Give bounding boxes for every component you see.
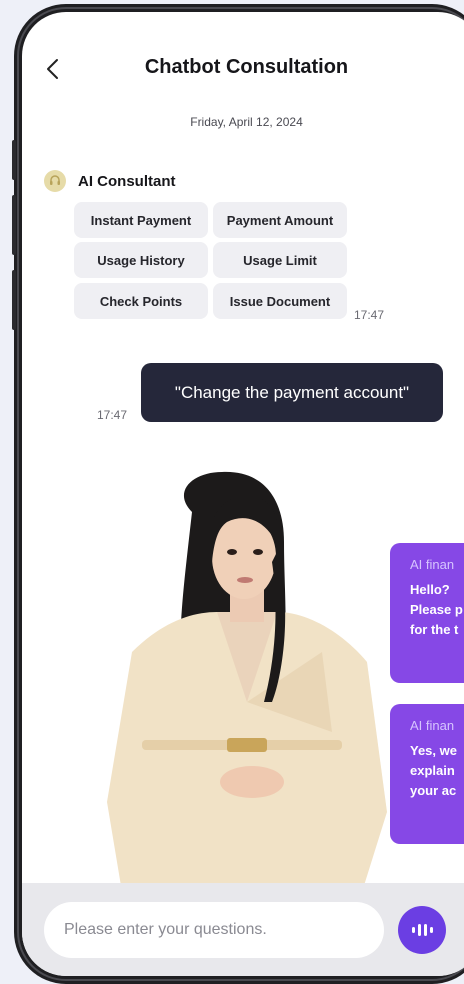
ai-card-line: for the t — [410, 622, 459, 637]
agent-avatar — [44, 170, 66, 192]
message-timestamp: 17:47 — [97, 408, 128, 422]
user-message-bubble: "Change the payment account" — [141, 363, 443, 422]
ai-card-line: explain — [410, 763, 455, 778]
quick-reply-usage-limit[interactable]: Usage Limit — [213, 242, 347, 278]
ai-card-line: Hello? — [410, 582, 450, 597]
ai-card-label: AI finan — [410, 557, 455, 572]
agent-header: AI Consultant — [44, 170, 176, 192]
quick-reply-issue-document[interactable]: Issue Document — [213, 283, 347, 319]
volume-up-button — [12, 140, 16, 180]
chevron-left-icon — [47, 59, 58, 79]
message-timestamp: 17:47 — [354, 308, 385, 322]
page-title: Chatbot Consultation — [144, 56, 349, 78]
app-screen: Chatbot Consultation Friday, April 12, 2… — [22, 12, 464, 976]
chat-date: Friday, April 12, 2024 — [190, 115, 303, 129]
headset-icon — [50, 175, 60, 185]
quick-reply-instant-payment[interactable]: Instant Payment — [74, 202, 208, 238]
voice-input-button[interactable] — [398, 906, 446, 954]
ai-card-line: Yes, we — [410, 743, 457, 758]
quick-reply-usage-history[interactable]: Usage History — [74, 242, 208, 278]
quick-reply-payment-amount[interactable]: Payment Amount — [213, 202, 347, 238]
back-button[interactable] — [42, 56, 64, 82]
ai-card-label: AI finan — [410, 718, 455, 733]
ai-message-card: AI finan Yes, we explain your ac — [390, 704, 464, 844]
ai-card-line: your ac — [410, 783, 457, 798]
voice-wave-icon — [411, 924, 433, 936]
quick-reply-check-points[interactable]: Check Points — [74, 283, 208, 319]
ai-message-card: AI finan Hello? Please p for the t — [390, 543, 464, 683]
ai-card-line: Please p — [410, 602, 463, 617]
volume-down-button — [12, 195, 16, 255]
side-button — [12, 270, 16, 330]
agent-name: AI Consultant — [78, 172, 176, 190]
question-input[interactable] — [44, 902, 384, 958]
